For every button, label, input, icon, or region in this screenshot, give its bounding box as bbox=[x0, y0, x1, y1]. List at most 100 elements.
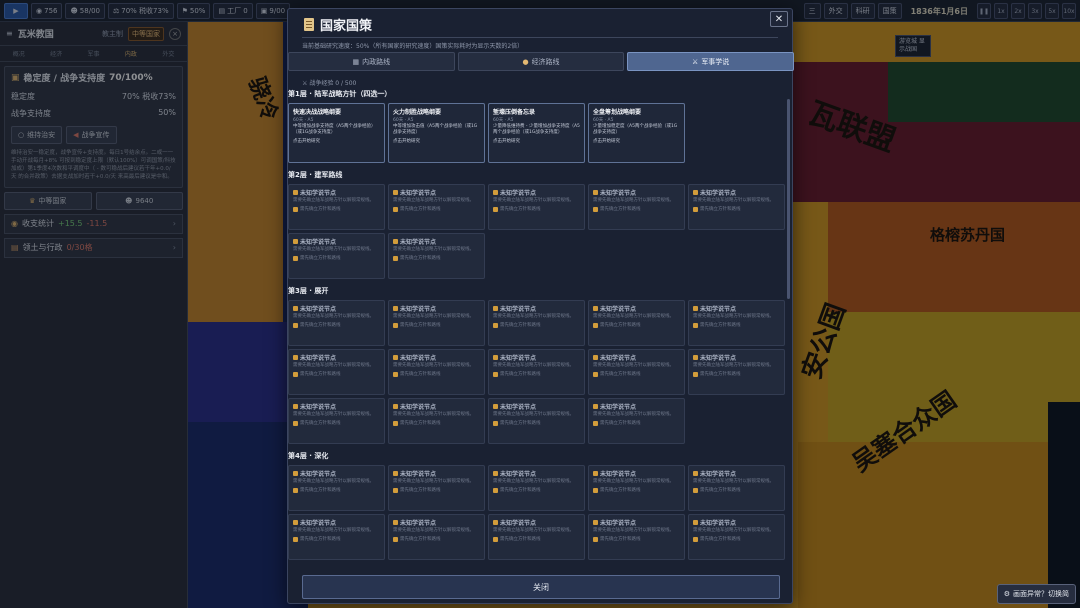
locked-doctrine-card[interactable]: 未知学说节点 需要先确立陆军战略方针以解锁常规线。 需先确立方针和路线 bbox=[288, 349, 385, 395]
locked-doctrine-card[interactable]: 未知学说节点 需要先确立陆军战略方针以解锁常规线。 需先确立方针和路线 bbox=[488, 465, 585, 511]
locked-doctrine-card[interactable]: 未知学说节点 需要先确立陆军战略方针以解锁常规线。 需先确立方针和路线 bbox=[688, 184, 785, 230]
lock-icon bbox=[393, 322, 398, 328]
lock-icon bbox=[493, 404, 498, 409]
tier-4-grid: 未知学说节点 需要先确立陆军战略方针以解锁常规线。 需先确立方针和路线 未知学说节点需… bbox=[288, 465, 788, 560]
locked-doctrine-card[interactable]: 未知学说节点 需要先确立陆军战略方针以解锁常规线。 需先确立方针和路线 bbox=[688, 349, 785, 395]
locked-doctrine-card[interactable]: 未知学说节点 需要先确立陆军战略方针以解锁常规线。 需先确立方针和路线 bbox=[688, 300, 785, 346]
lock-icon bbox=[593, 471, 598, 476]
locked-doctrine-card[interactable]: 未知学说节点 需要先确立陆军战略方针以解锁常规线。 需先确立方针和路线 bbox=[388, 233, 485, 279]
lock-icon bbox=[293, 255, 298, 261]
lock-icon bbox=[493, 306, 498, 311]
lock-icon bbox=[493, 190, 498, 195]
lock-icon bbox=[693, 520, 698, 525]
locked-doctrine-card[interactable]: 未知学说节点 需要先确立陆军战略方针以解锁常规线。 需先确立方针和路线 bbox=[588, 514, 685, 560]
lock-icon bbox=[293, 306, 298, 311]
locked-doctrine-card[interactable]: 未知学说节点 需要先确立陆军战略方针以解锁常规线。 需先确立方针和路线 bbox=[688, 465, 785, 511]
doctrine-choice-card[interactable]: 火力制胜战略纲要 60天 · A5 中等增加攻击值（A5两个战争经验（或1G战争… bbox=[388, 103, 485, 163]
lock-icon bbox=[593, 306, 598, 311]
lock-icon bbox=[693, 371, 698, 377]
tier-4: 第4层 · 深化 未知学说节点 需要先确立陆军战略方针以解锁常规线。 需先确立方针和… bbox=[288, 449, 788, 560]
tier-3-grid: 未知学说节点 需要先确立陆军战略方针以解锁常规线。 需先确立方针和路线 未知学说节点需… bbox=[288, 300, 788, 444]
locked-doctrine-card[interactable]: 未知学说节点 需要先确立陆军战略方针以解锁常规线。 需先确立方针和路线 bbox=[388, 465, 485, 511]
lock-icon bbox=[493, 322, 498, 328]
locked-doctrine-card[interactable]: 未知学说节点 需要先确立陆军战略方针以解锁常规线。 需先确立方针和路线 bbox=[288, 300, 385, 346]
lock-icon bbox=[693, 206, 698, 212]
doctrine-tree[interactable]: 第1层 · 陆军战略方针（四选一） 快速决战战略纲要 60天 · A5 中等增加… bbox=[288, 87, 788, 569]
lock-icon bbox=[393, 355, 398, 360]
lock-icon bbox=[593, 536, 598, 542]
locked-doctrine-card[interactable]: 未知学说节点 需要先确立陆军战略方针以解锁常规线。 需先确立方针和路线 bbox=[588, 300, 685, 346]
locked-doctrine-card[interactable]: 未知学说节点 需要先确立陆军战略方针以解锁常规线。 需先确立方针和路线 bbox=[388, 184, 485, 230]
locked-doctrine-card[interactable]: 未知学说节点 需要先确立陆军战略方针以解锁常规线。 需先确立方针和路线 bbox=[288, 398, 385, 444]
doctrine-choice-card[interactable]: 全盘筹划战略纲要 60天 · A5 少量增加稳定度（A5两个战争经验（或1G战争… bbox=[588, 103, 685, 163]
scrollbar[interactable] bbox=[787, 99, 790, 299]
lock-icon bbox=[293, 487, 298, 493]
tab-economy-route[interactable]: ● 经济路线 bbox=[457, 52, 625, 71]
tier-title: 第3层 · 展开 bbox=[288, 287, 329, 295]
simple-mode-button[interactable]: ⚙ 画面异常？切换简 bbox=[996, 584, 1076, 604]
lock-icon bbox=[393, 206, 398, 212]
focus-tabs: ▦ 内政路线 ● 经济路线 ⚔ 军事学说 bbox=[288, 52, 795, 71]
lock-icon bbox=[393, 255, 398, 261]
locked-doctrine-card[interactable]: 未知学说节点 需要先确立陆军战略方针以解锁常规线。 需先确立方针和路线 bbox=[388, 349, 485, 395]
locked-doctrine-card[interactable]: 未知学说节点 需要先确立陆军战略方针以解锁常规线。 需先确立方针和路线 bbox=[288, 184, 385, 230]
crossed-swords-icon: ⚔ bbox=[692, 57, 699, 66]
tier-1-grid: 快速决战战略纲要 60天 · A5 中等增加战争支持度（A5两个战争经验）（或1… bbox=[288, 103, 788, 163]
lock-icon bbox=[393, 306, 398, 311]
lock-icon bbox=[293, 355, 298, 360]
modal-title: 国家国策 bbox=[304, 15, 372, 34]
lock-icon bbox=[593, 371, 598, 377]
lock-icon bbox=[593, 487, 598, 493]
doctrine-choice-card[interactable]: 堑壕压倒备忘录 60天 · A5 少量降低维持费 - 少量增加战争支持度（A5两… bbox=[488, 103, 585, 163]
lock-icon bbox=[693, 471, 698, 476]
lock-icon bbox=[293, 471, 298, 476]
national-focus-modal: 国家国策 ✕ 当前基础研究速度：50%（所有国家的研究速度）国策实际耗时为显示天… bbox=[287, 8, 795, 604]
lock-icon bbox=[393, 487, 398, 493]
locked-doctrine-card[interactable]: 未知学说节点 需要先确立陆军战略方针以解锁常规线。 需先确立方针和路线 bbox=[688, 514, 785, 560]
lock-icon bbox=[693, 306, 698, 311]
lock-icon bbox=[393, 371, 398, 377]
lock-icon bbox=[393, 471, 398, 476]
lock-icon bbox=[693, 322, 698, 328]
locked-doctrine-card[interactable]: 未知学说节点 需要先确立陆军战略方针以解锁常规线。 需先确立方针和路线 bbox=[288, 233, 385, 279]
locked-doctrine-card[interactable]: 未知学说节点 需要先确立陆军战略方针以解锁常规线。 需先确立方针和路线 bbox=[388, 300, 485, 346]
locked-doctrine-card[interactable]: 未知学说节点 需要先确立陆军战略方针以解锁常规线。 需先确立方针和路线 bbox=[588, 398, 685, 444]
lock-icon bbox=[693, 355, 698, 360]
lock-icon bbox=[393, 420, 398, 426]
lock-icon bbox=[493, 371, 498, 377]
tier-title: 第4层 · 深化 bbox=[288, 452, 329, 460]
tier-3: 第3层 · 展开 未知学说节点 需要先确立陆军战略方针以解锁常规线。 需先确立方针和… bbox=[288, 284, 788, 444]
locked-doctrine-card[interactable]: 未知学说节点 需要先确立陆军战略方针以解锁常规线。 需先确立方针和路线 bbox=[488, 398, 585, 444]
tab-internal-route[interactable]: ▦ 内政路线 bbox=[288, 52, 455, 71]
locked-doctrine-card[interactable]: 未知学说节点 需要先确立陆军战略方针以解锁常规线。 需先确立方针和路线 bbox=[488, 184, 585, 230]
tab-military-doctrine[interactable]: ⚔ 军事学说 bbox=[627, 52, 795, 71]
locked-doctrine-card[interactable]: 未知学说节点 需要先确立陆军战略方针以解锁常规线。 需先确立方针和路线 bbox=[288, 465, 385, 511]
tier-title: 第2层 · 建军路线 bbox=[288, 171, 343, 179]
lock-icon bbox=[593, 404, 598, 409]
lock-icon bbox=[493, 355, 498, 360]
lock-icon bbox=[393, 520, 398, 525]
lock-icon bbox=[293, 371, 298, 377]
lock-icon bbox=[593, 420, 598, 426]
locked-doctrine-card[interactable]: 未知学说节点 需要先确立陆军战略方针以解锁常规线。 需先确立方针和路线 bbox=[588, 465, 685, 511]
locked-doctrine-card[interactable]: 未知学说节点 需要先确立陆军战略方针以解锁常规线。 需先确立方针和路线 bbox=[288, 514, 385, 560]
lock-icon bbox=[493, 471, 498, 476]
tier-title: 第1层 · 陆军战略方针（四选一） bbox=[288, 90, 392, 98]
lock-icon bbox=[593, 190, 598, 195]
locked-doctrine-card[interactable]: 未知学说节点 需要先确立陆军战略方针以解锁常规线。 需先确立方针和路线 bbox=[488, 300, 585, 346]
crossed-swords-icon: ⚔ bbox=[302, 80, 308, 87]
locked-doctrine-card[interactable]: 未知学说节点 需要先确立陆军战略方针以解锁常规线。 需先确立方针和路线 bbox=[488, 349, 585, 395]
locked-doctrine-card[interactable]: 未知学说节点 需要先确立陆军战略方针以解锁常规线。 需先确立方针和路线 bbox=[588, 349, 685, 395]
close-button[interactable]: ✕ bbox=[770, 11, 788, 27]
locked-doctrine-card[interactable]: 未知学说节点 需要先确立陆军战略方针以解锁常规线。 需先确立方针和路线 bbox=[388, 514, 485, 560]
lock-icon bbox=[293, 420, 298, 426]
doctrine-choice-card[interactable]: 快速决战战略纲要 60天 · A5 中等增加战争支持度（A5两个战争经验）（或1… bbox=[288, 103, 385, 163]
locked-doctrine-card[interactable]: 未知学说节点 需要先确立陆军战略方针以解锁常规线。 需先确立方针和路线 bbox=[388, 398, 485, 444]
locked-doctrine-card[interactable]: 未知学说节点 需要先确立陆军战略方针以解锁常规线。 需先确立方针和路线 bbox=[588, 184, 685, 230]
locked-doctrine-card[interactable]: 未知学说节点 需要先确立陆军战略方针以解锁常规线。 需先确立方针和路线 bbox=[488, 514, 585, 560]
lock-icon bbox=[393, 190, 398, 195]
lock-icon bbox=[393, 536, 398, 542]
lock-icon bbox=[593, 355, 598, 360]
tier-1: 第1层 · 陆军战略方针（四选一） 快速决战战略纲要 60天 · A5 中等增加… bbox=[288, 87, 788, 163]
close-footer-button[interactable]: 关闭 bbox=[302, 575, 780, 599]
